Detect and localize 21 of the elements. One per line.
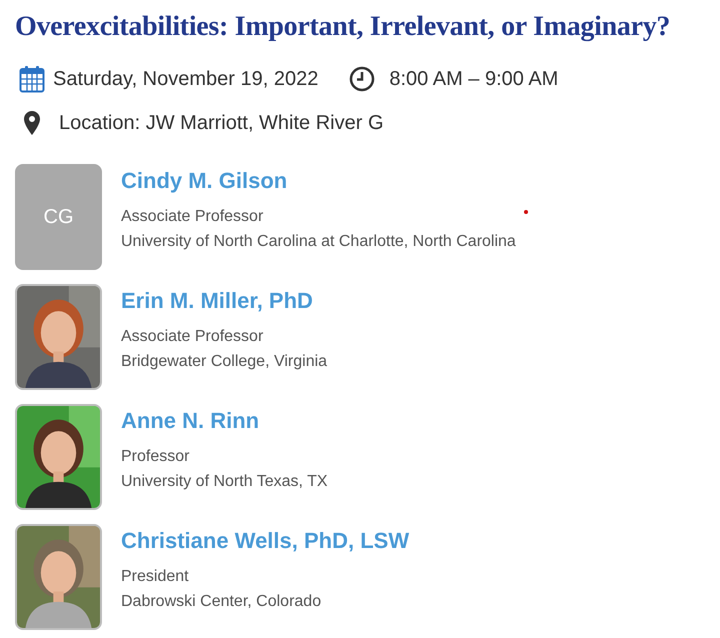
location-pin-icon [24,111,40,135]
calendar-icon [19,65,45,93]
speaker-affiliation: University of North Carolina at Charlotte, North Carolina [121,232,516,252]
speaker-name[interactable]: Cindy M. Gilson [121,166,516,196]
initials-avatar: CG [15,164,102,270]
speaker-affiliation: Dabrowski Center, Colorado [121,592,322,612]
session-title: Overexcitabilities: Important, Irrelevant, or Imaginary? [15,10,672,44]
speaker-name[interactable]: Anne N. Rinn [121,406,328,436]
speaker-affiliation: University of North Texas, TX [121,472,328,492]
speaker-role: Associate Professor [121,327,264,347]
dot-mark [524,210,528,214]
speaker-role: Associate Professor [121,207,264,227]
speaker-affiliation: Bridgewater College, Virginia [121,352,328,372]
clock-icon [349,66,376,92]
time-text: 8:00 AM – 9:00 AM [389,67,558,92]
speaker-name[interactable]: Christiane Wells, PhD, LSW [121,526,410,556]
speaker-role: President [121,567,190,587]
location-text: Location: JW Marriott, White River G [59,111,384,136]
speaker-role: Professor [121,447,190,467]
speaker-name[interactable]: Erin M. Miller, PhD [121,286,328,316]
date-text: Saturday, November 19, 2022 [53,67,318,92]
